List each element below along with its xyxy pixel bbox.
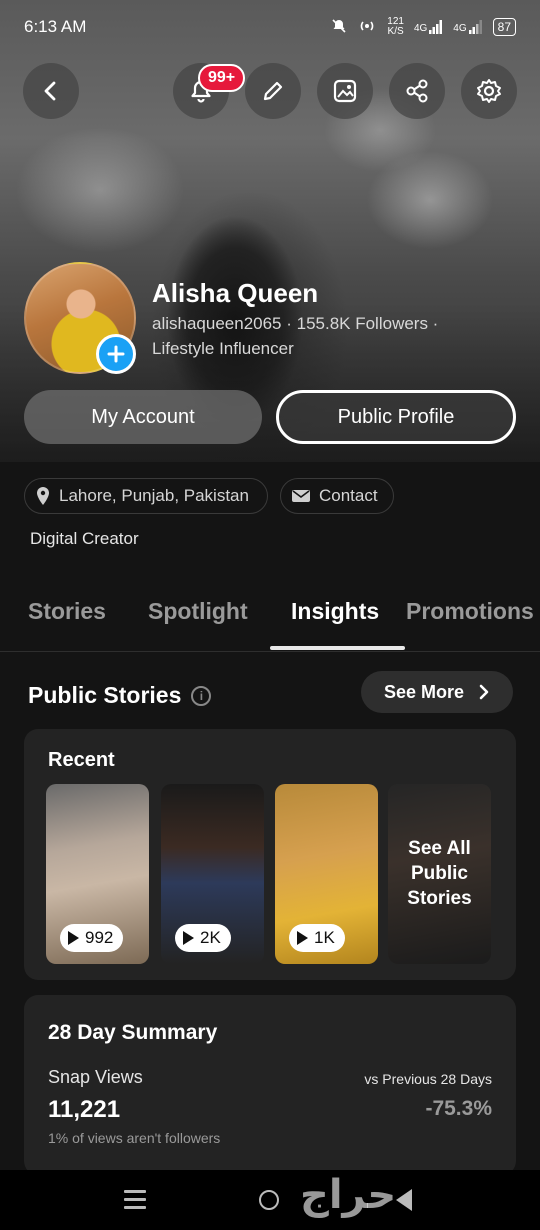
notifications-badge: 99+ (198, 64, 246, 92)
profile-category: Lifestyle Influencer (152, 339, 294, 358)
home-button[interactable] (259, 1190, 279, 1210)
summary-title: 28 Day Summary (48, 1021, 218, 1044)
location-label: Lahore, Punjab, Pakistan (59, 486, 249, 505)
pencil-icon (263, 81, 283, 101)
status-bar: 6:13 AM 121 K/S 4G 4G 87 (0, 0, 540, 54)
system-nav-bar (0, 1170, 540, 1230)
add-story-button[interactable] (96, 334, 136, 374)
settings-button[interactable] (461, 63, 517, 119)
battery-icon: 87 (492, 18, 516, 36)
image-icon (333, 79, 357, 103)
recent-apps-button[interactable] (124, 1190, 146, 1214)
view-count-pill: 992 (60, 924, 124, 952)
status-time: 6:13 AM (24, 17, 87, 36)
story-thumbnail[interactable]: 1K (275, 784, 378, 964)
mute-icon (331, 18, 347, 37)
my-account-button[interactable]: My Account (24, 390, 262, 444)
snap-views-value: 11,221 (48, 1096, 121, 1123)
vs-previous-label: vs Previous 28 Days (364, 1071, 492, 1087)
play-icon (68, 931, 79, 945)
share-icon (406, 79, 428, 103)
mail-icon (292, 490, 310, 502)
profile-handle-followers: alishaqueen2065 · 155.8K Followers · (152, 314, 439, 333)
see-all-label: See All Public Stories (407, 838, 472, 909)
profile-name: Alisha Queen (152, 278, 319, 308)
public-stories-heading: Public Stories i (28, 682, 212, 709)
contact-chip[interactable]: Contact (280, 478, 394, 514)
view-count-pill: 1K (289, 924, 345, 952)
profile-hero: 6:13 AM 121 K/S 4G 4G 87 99+ Alisha Quee… (0, 0, 540, 462)
see-more-label: See More (383, 681, 465, 702)
story-thumbnail[interactable]: 2K (161, 784, 264, 964)
view-count: 992 (85, 928, 114, 947)
view-count: 2K (200, 928, 221, 947)
back-nav-button[interactable] (396, 1189, 412, 1211)
location-pin-icon (37, 487, 49, 505)
chevron-left-icon (44, 81, 56, 101)
snap-views-label: Snap Views (48, 1067, 143, 1087)
plus-icon (107, 345, 125, 363)
signal-icon-2: 4G (453, 20, 482, 34)
network-speed: 121 K/S (387, 16, 404, 37)
recent-title: Recent (48, 749, 115, 771)
back-button[interactable] (23, 63, 79, 119)
location-chip[interactable]: Lahore, Punjab, Pakistan (24, 478, 268, 514)
watermark-logo: حراج (300, 1172, 397, 1218)
recent-stories-card: Recent 992 2K 1K See All Public Stories (24, 729, 516, 980)
summary-card: 28 Day Summary Snap Views 11,221 1% of v… (24, 995, 516, 1175)
view-count: 1K (314, 928, 335, 947)
tab-stories[interactable]: Stories (28, 598, 106, 625)
play-icon (297, 931, 308, 945)
view-count-pill: 2K (175, 924, 231, 952)
active-tab-indicator (270, 646, 405, 650)
play-icon (183, 931, 194, 945)
change-background-button[interactable] (317, 63, 373, 119)
vs-previous-value: -75.3% (425, 1097, 492, 1120)
public-profile-button[interactable]: Public Profile (276, 390, 516, 444)
share-button[interactable] (389, 63, 445, 119)
followers-note: 1% of views aren't followers (48, 1130, 221, 1146)
contact-label: Contact (319, 486, 378, 505)
hotspot-icon (357, 18, 377, 37)
profile-tabs: Stories Spotlight Insights Promotions (0, 590, 540, 652)
see-more-button[interactable]: See More (361, 671, 513, 713)
see-all-public-stories[interactable]: See All Public Stories (388, 784, 491, 964)
gear-icon (477, 79, 501, 103)
info-icon[interactable]: i (191, 685, 212, 706)
edit-button[interactable] (245, 63, 301, 119)
status-icons: 121 K/S 4G 4G 87 (331, 17, 516, 37)
signal-icon-1: 4G (414, 20, 443, 34)
public-stories-title: Public Stories (28, 682, 182, 708)
chevron-right-icon (479, 684, 489, 700)
tab-promotions[interactable]: Promotions (406, 598, 534, 625)
tab-spotlight[interactable]: Spotlight (148, 598, 248, 625)
tab-insights[interactable]: Insights (291, 598, 379, 625)
profile-bio: Digital Creator (30, 529, 139, 548)
story-thumbnail[interactable]: 992 (46, 784, 149, 964)
